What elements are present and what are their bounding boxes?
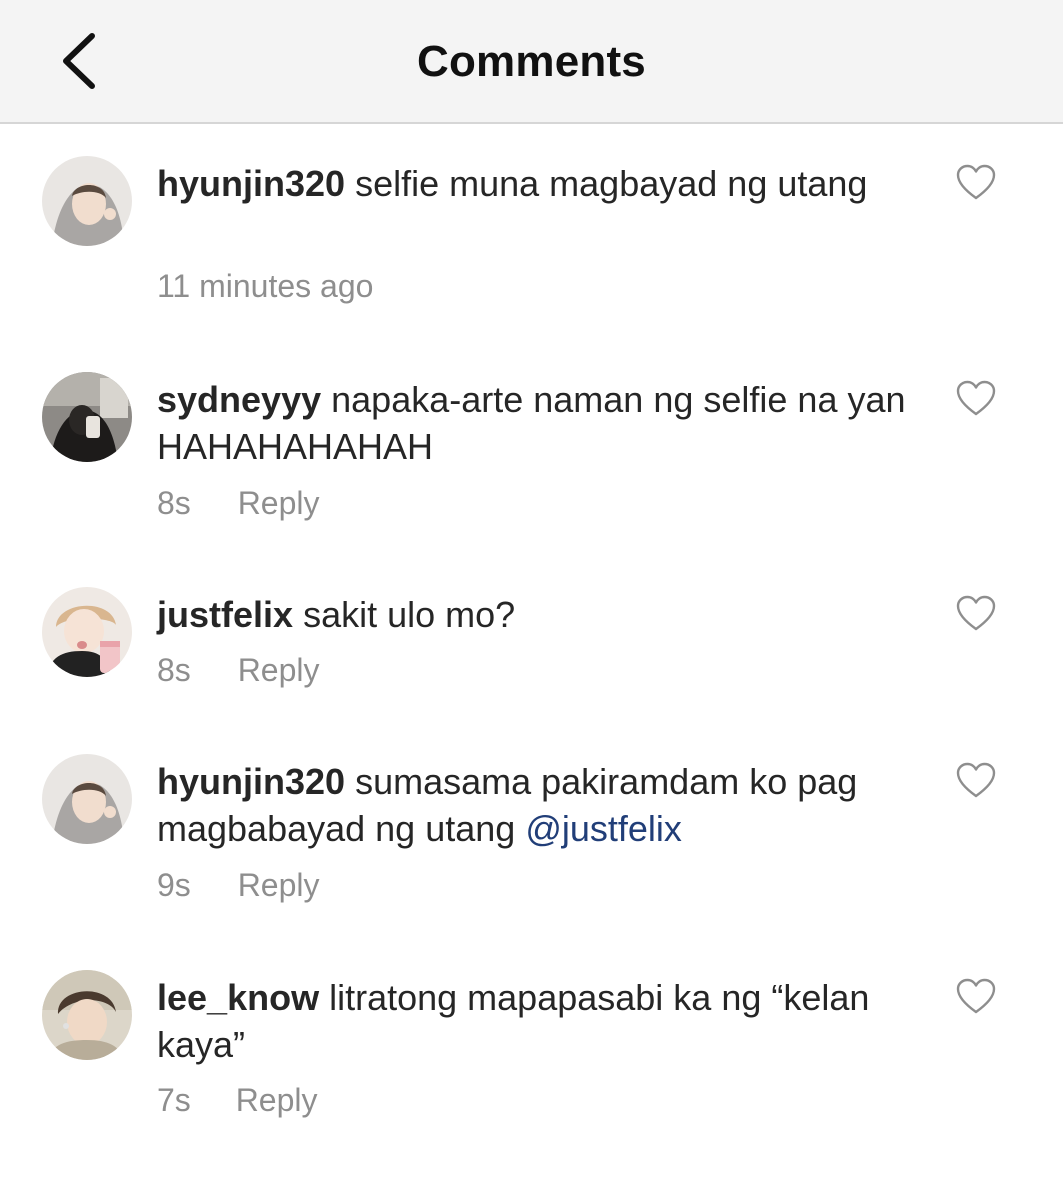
mention-link[interactable]: @justfelix: [525, 808, 682, 849]
avatar[interactable]: [42, 970, 132, 1060]
like-button[interactable]: [956, 380, 996, 418]
comment-message: selfie muna magbayad ng utang: [355, 163, 868, 204]
avatar[interactable]: [42, 754, 132, 844]
heart-outline-icon: [956, 380, 996, 416]
comment-text: lee_know litratong mapapasabi ka ng “kel…: [157, 974, 917, 1068]
comment-username[interactable]: lee_know: [157, 977, 319, 1018]
like-button[interactable]: [956, 978, 996, 1016]
comment-time: 8s: [157, 485, 191, 521]
reply-button[interactable]: Reply: [238, 652, 320, 688]
comment-username[interactable]: hyunjin320: [157, 163, 345, 204]
comment-meta: 9s Reply: [157, 865, 320, 905]
reply-button[interactable]: Reply: [236, 1082, 318, 1118]
comment-username[interactable]: hyunjin320: [157, 761, 345, 802]
comment-text: hyunjin320 sumasama pakiramdam ko pag ma…: [157, 758, 917, 852]
avatar[interactable]: [42, 372, 132, 462]
header-bar: Comments: [0, 0, 1063, 124]
reply-button[interactable]: Reply: [238, 867, 320, 903]
comment-message: sakit ulo mo?: [303, 594, 516, 635]
comment-username[interactable]: justfelix: [157, 594, 293, 635]
page-title: Comments: [417, 37, 646, 86]
like-button[interactable]: [956, 164, 996, 202]
reply-button[interactable]: Reply: [238, 485, 320, 521]
like-button[interactable]: [956, 595, 996, 633]
comment-text: hyunjin320 selfie muna magbayad ng utang: [157, 160, 917, 207]
comment-meta: 7s Reply: [157, 1080, 318, 1120]
comment-meta: 8s Reply: [157, 650, 320, 690]
comment-time: 7s: [157, 1082, 191, 1118]
like-button[interactable]: [956, 762, 996, 800]
avatar[interactable]: [42, 156, 132, 246]
comment-username[interactable]: sydneyyy: [157, 379, 321, 420]
comment-text: justfelix sakit ulo mo?: [157, 591, 917, 638]
avatar[interactable]: [42, 587, 132, 677]
heart-outline-icon: [956, 595, 996, 631]
comment-meta: 11 minutes ago: [157, 266, 411, 306]
comment-time: 8s: [157, 652, 191, 688]
heart-outline-icon: [956, 164, 996, 200]
comment-text: sydneyyy napaka-arte naman ng selfie na …: [157, 376, 917, 470]
comment-time: 11 minutes ago: [157, 268, 374, 304]
heart-outline-icon: [956, 762, 996, 798]
comment-time: 9s: [157, 867, 191, 903]
comment-meta: 8s Reply: [157, 483, 320, 523]
heart-outline-icon: [956, 978, 996, 1014]
